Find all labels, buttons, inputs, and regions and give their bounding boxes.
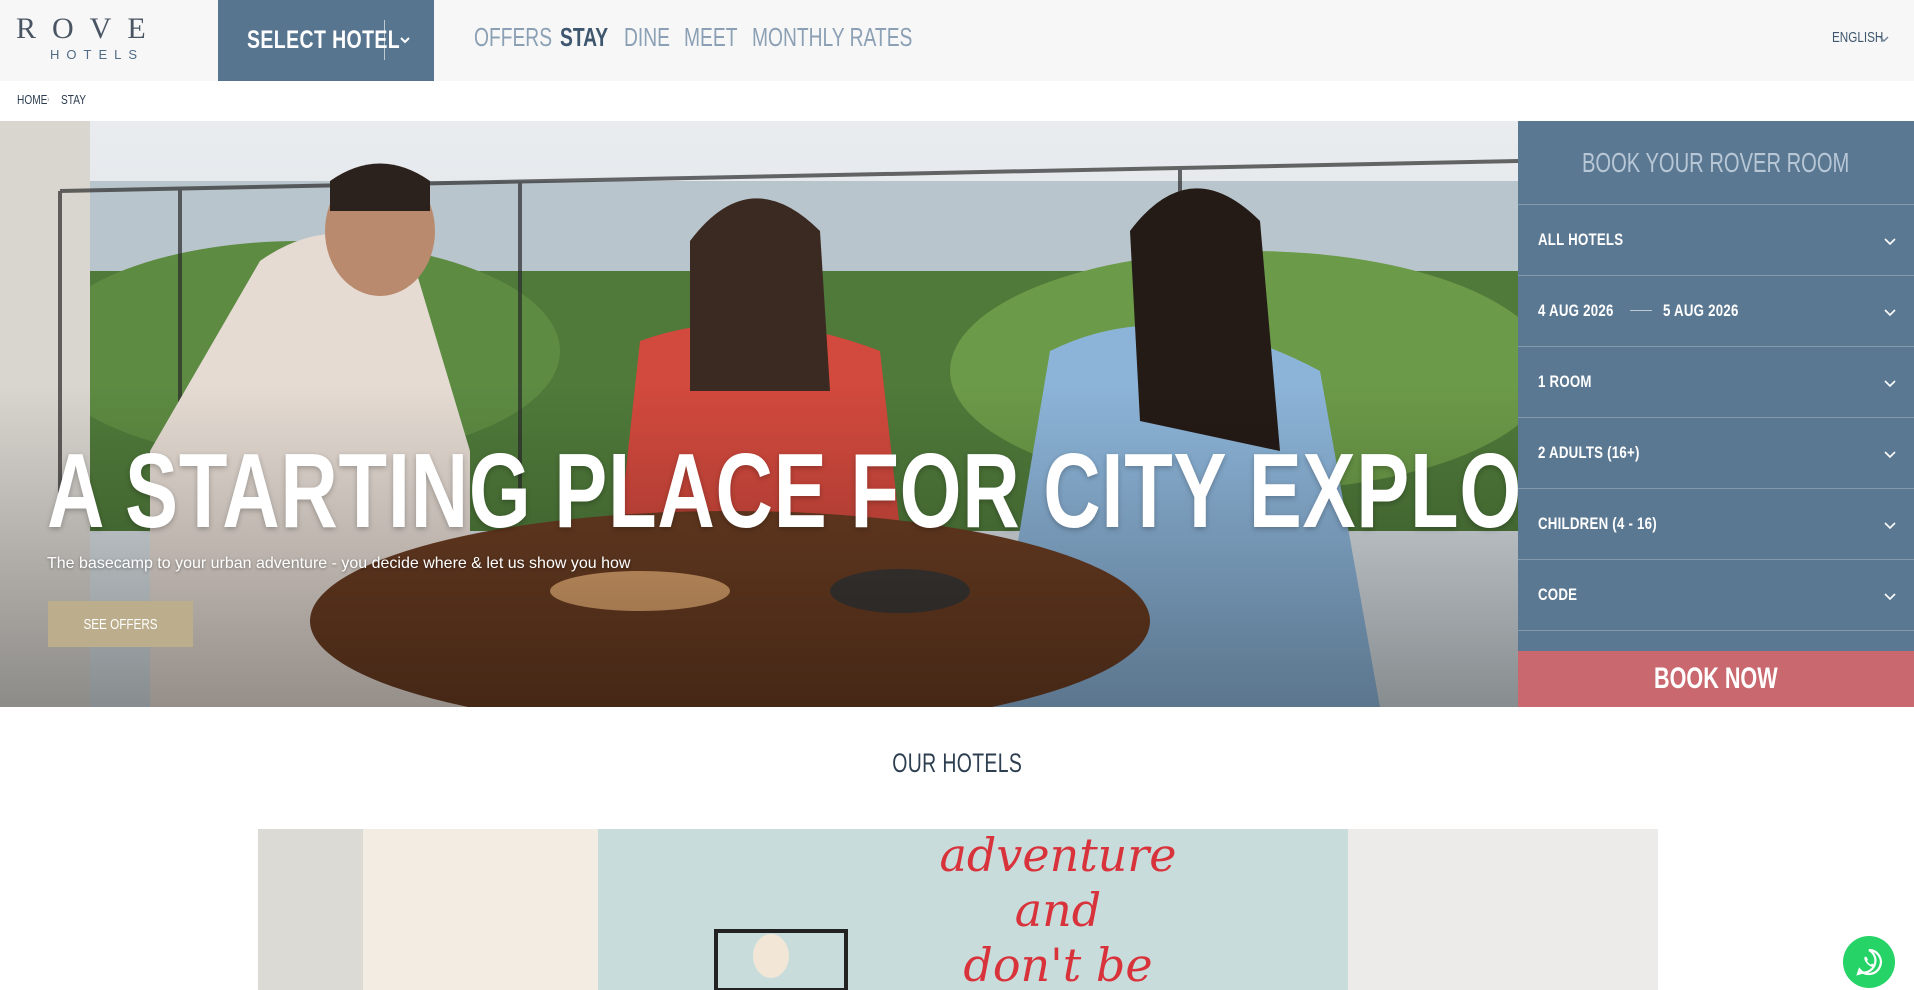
nav-monthly-rates[interactable]: MONTHLY RATES bbox=[752, 22, 912, 53]
hotel-wall-text-line2: and bbox=[1015, 883, 1102, 937]
nav-stay[interactable]: STAY bbox=[560, 22, 608, 53]
our-hotels-heading: OUR HOTELS bbox=[0, 748, 1914, 779]
book-now-label: BOOK NOW bbox=[1654, 662, 1778, 695]
nav-dine[interactable]: DINE bbox=[624, 22, 670, 53]
hotel-room-illustration: adventure and don't be bbox=[258, 829, 1658, 990]
chevron-down-icon bbox=[400, 37, 410, 44]
date-separator bbox=[1630, 310, 1652, 311]
rooms-field[interactable]: 1 ROOM bbox=[1518, 347, 1914, 418]
promo-code-value: CODE bbox=[1538, 585, 1578, 604]
chevron-down-icon bbox=[1884, 451, 1896, 459]
breadcrumb-home[interactable]: HOME bbox=[17, 92, 47, 107]
language-selector[interactable]: ENGLISH bbox=[1832, 29, 1883, 46]
hotel-photo[interactable]: adventure and don't be bbox=[258, 829, 1658, 990]
hero-title: A STARTING PLACE FOR CITY EXPLORERS bbox=[47, 432, 1518, 550]
whatsapp-chat-button[interactable] bbox=[1843, 936, 1895, 988]
chevron-down-icon bbox=[1884, 593, 1896, 601]
hotel-select-value: ALL HOTELS bbox=[1538, 230, 1624, 249]
rooms-value: 1 ROOM bbox=[1538, 372, 1592, 391]
book-now-button[interactable]: BOOK NOW bbox=[1518, 651, 1914, 707]
breadcrumb-current: STAY bbox=[61, 92, 86, 107]
promo-code-field[interactable]: CODE bbox=[1518, 560, 1914, 631]
date-range-field[interactable]: 4 AUG 2026 5 AUG 2026 bbox=[1518, 276, 1914, 347]
chevron-down-icon bbox=[1879, 36, 1889, 42]
logo-subtitle: HOTELS bbox=[50, 47, 145, 62]
select-hotel-label: SELECT HOTEL bbox=[247, 26, 401, 54]
check-out-date: 5 AUG 2026 bbox=[1663, 301, 1739, 320]
nav-offers[interactable]: OFFERS bbox=[474, 22, 552, 53]
children-value: CHILDREN (4 - 16) bbox=[1538, 514, 1657, 533]
hero-photo bbox=[0, 121, 1518, 707]
hotel-wall-text-line3: don't be bbox=[963, 938, 1152, 990]
hotel-wall-text-line1: adventure bbox=[939, 829, 1176, 882]
nav-meet[interactable]: MEET bbox=[684, 22, 737, 53]
see-offers-button[interactable]: SEE OFFERS bbox=[48, 601, 193, 647]
check-in-date: 4 AUG 2026 bbox=[1538, 301, 1614, 320]
chevron-down-icon bbox=[1884, 238, 1896, 246]
chevron-down-icon bbox=[1884, 522, 1896, 530]
hotel-select-field[interactable]: ALL HOTELS bbox=[1518, 205, 1914, 276]
adults-value: 2 ADULTS (16+) bbox=[1538, 443, 1640, 462]
chevron-down-icon bbox=[1884, 380, 1896, 388]
logo-wordmark: ROVE bbox=[16, 12, 162, 45]
hero-subtitle: The basecamp to your urban adventure - y… bbox=[47, 555, 631, 572]
booking-title: BOOK YOUR ROVER ROOM bbox=[1518, 121, 1914, 205]
booking-panel: BOOK YOUR ROVER ROOM ALL HOTELS 4 AUG 20… bbox=[1518, 121, 1914, 707]
booking-title-text: BOOK YOUR ROVER ROOM bbox=[1582, 146, 1850, 178]
site-header: ROVE HOTELS SELECT HOTEL OFFERS STAY DIN… bbox=[0, 0, 1914, 81]
select-hotel-divider bbox=[384, 20, 385, 60]
whatsapp-icon bbox=[1856, 948, 1882, 976]
hero-banner: A STARTING PLACE FOR CITY EXPLORERS The … bbox=[0, 121, 1518, 707]
breadcrumb: HOME › STAY bbox=[17, 92, 91, 107]
breadcrumb-separator: › bbox=[47, 94, 50, 105]
see-offers-label: SEE OFFERS bbox=[83, 615, 158, 633]
rove-hotels-logo[interactable]: ROVE HOTELS bbox=[16, 14, 176, 66]
our-hotels-title: OUR HOTELS bbox=[892, 748, 1022, 778]
children-field[interactable]: CHILDREN (4 - 16) bbox=[1518, 489, 1914, 560]
chevron-down-icon bbox=[1884, 309, 1896, 317]
select-hotel-dropdown[interactable]: SELECT HOTEL bbox=[218, 0, 434, 81]
main-nav: OFFERS STAY DINE MEET MONTHLY RATES bbox=[474, 22, 912, 53]
adults-field[interactable]: 2 ADULTS (16+) bbox=[1518, 418, 1914, 489]
